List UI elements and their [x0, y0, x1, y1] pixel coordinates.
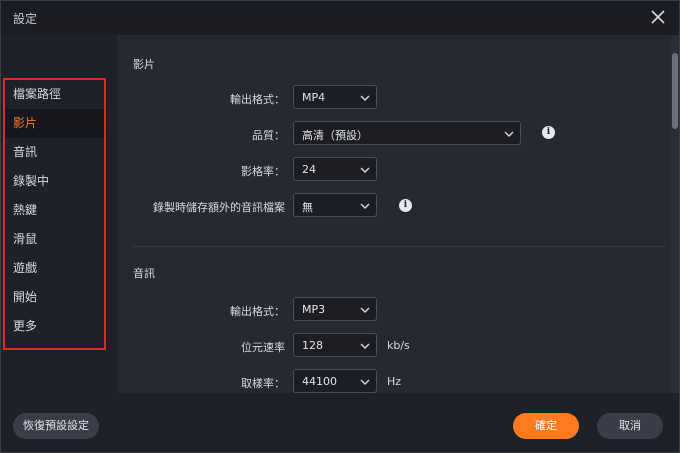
quality-info-icon[interactable]: i	[542, 126, 555, 139]
extra-audio-info-icon[interactable]: i	[399, 199, 412, 212]
extra-audio-select[interactable]: 無	[293, 193, 377, 217]
sidebar-item-audio[interactable]: 音訊	[5, 138, 107, 167]
close-icon[interactable]	[649, 8, 667, 26]
sidebar-item-video[interactable]: 影片	[5, 109, 107, 138]
quality-label: 品質：	[252, 129, 285, 142]
scrollbar-thumb[interactable]	[672, 53, 678, 129]
chevron-down-icon	[360, 167, 370, 173]
sample-rate-value: 44100	[302, 375, 337, 388]
extra-audio-label: 錄製時儲存額外的音訊檔案	[153, 201, 285, 214]
video-output-format-select[interactable]: MP4	[293, 85, 377, 109]
chevron-down-icon	[360, 379, 370, 385]
bitrate-value: 128	[302, 339, 323, 352]
audio-output-format-label: 輸出格式：	[230, 305, 285, 318]
video-output-format-label: 輸出格式：	[230, 93, 285, 106]
sidebar-item-mouse[interactable]: 滑鼠	[5, 225, 107, 254]
extra-audio-value: 無	[302, 201, 313, 214]
sample-rate-label: 取樣率：	[241, 377, 285, 390]
chevron-down-icon	[504, 131, 514, 137]
sidebar-item-game[interactable]: 遊戲	[5, 254, 107, 283]
chevron-down-icon	[360, 95, 370, 101]
section-divider	[133, 246, 665, 247]
sidebar: 檔案路徑 影片 音訊 錄製中 熱鍵 滑鼠 遊戲 開始 更多	[1, 35, 117, 393]
audio-section-title: 音訊	[133, 267, 155, 280]
bitrate-label: 位元速率	[241, 341, 285, 354]
sidebar-item-recording[interactable]: 錄製中	[5, 167, 107, 196]
frame-rate-value: 24	[302, 163, 316, 176]
window-title: 設定	[13, 12, 38, 26]
sidebar-nav: 檔案路徑 影片 音訊 錄製中 熱鍵 滑鼠 遊戲 開始 更多	[5, 80, 107, 341]
video-output-format-value: MP4	[302, 91, 326, 104]
bitrate-select[interactable]: 128	[293, 333, 377, 357]
frame-rate-select[interactable]: 24	[293, 157, 377, 181]
frame-rate-label: 影格率：	[241, 165, 285, 178]
title-bar: 設定	[1, 1, 679, 35]
settings-content: 影片 輸出格式： MP4 品質： 高清（預設） i 影格率： 24 錄製時儲存額…	[117, 35, 671, 393]
dialog-footer: 恢復預設設定 確定 取消	[1, 393, 679, 452]
video-section-title: 影片	[133, 58, 155, 71]
quality-value: 高清（預設）	[302, 129, 368, 142]
sidebar-item-file-path[interactable]: 檔案路徑	[5, 80, 107, 109]
sidebar-item-more[interactable]: 更多	[5, 312, 107, 341]
settings-dialog: 設定 檔案路徑 影片 音訊 錄製中 熱鍵 滑鼠 遊戲 開始 更多 影片 輸出格式…	[0, 0, 680, 453]
sample-rate-select[interactable]: 44100	[293, 369, 377, 393]
chevron-down-icon	[360, 307, 370, 313]
sidebar-item-hotkeys[interactable]: 熱鍵	[5, 196, 107, 225]
reset-defaults-button[interactable]: 恢復預設設定	[13, 413, 99, 439]
audio-output-format-select[interactable]: MP3	[293, 297, 377, 321]
quality-select[interactable]: 高清（預設）	[293, 121, 521, 145]
sample-rate-unit: Hz	[387, 375, 402, 388]
sidebar-item-start[interactable]: 開始	[5, 283, 107, 312]
ok-button[interactable]: 確定	[513, 413, 579, 439]
audio-output-format-value: MP3	[302, 303, 326, 316]
cancel-button[interactable]: 取消	[597, 413, 663, 439]
chevron-down-icon	[360, 203, 370, 209]
chevron-down-icon	[360, 343, 370, 349]
bitrate-unit: kb/s	[387, 339, 410, 352]
